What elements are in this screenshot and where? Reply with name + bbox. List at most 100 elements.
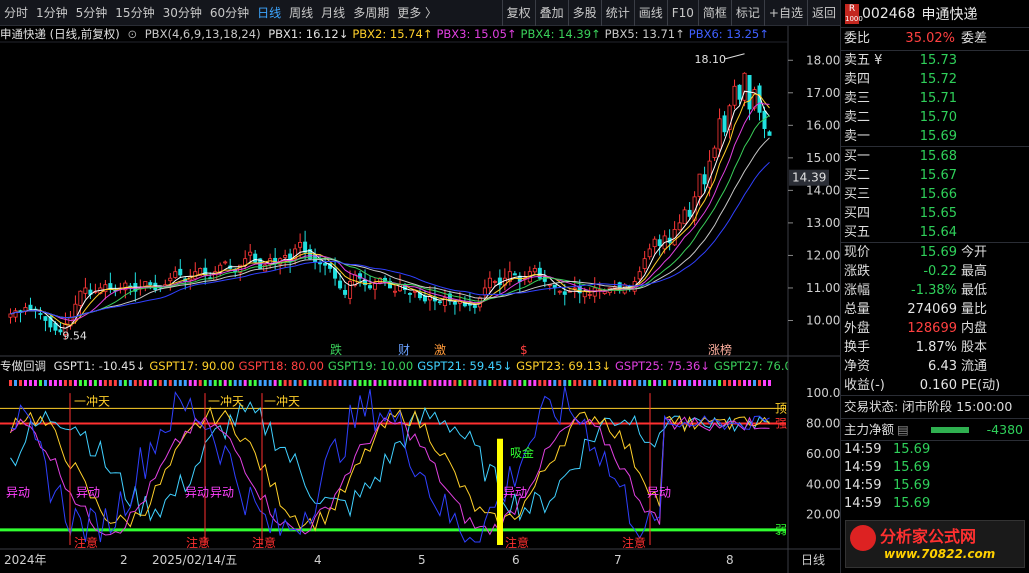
signal-dot [333, 380, 337, 386]
candle-body [462, 302, 467, 307]
ma-legend-3: PBX3: 15.05↑ [436, 27, 517, 41]
candle-body [38, 313, 43, 315]
signal-dot [183, 380, 187, 386]
candle-body [158, 285, 163, 289]
sell-row[interactable]: 卖四 15.72 [841, 70, 1029, 89]
chart-svg[interactable]: 18.00 17.00 16.00 15.00 14.00 13.00 12.00 11.00… [0, 0, 840, 573]
period-toolbar: 分时 1分钟 5分钟 15分钟 30分钟 60分钟 日线 周线 月线 多周期 更多 〉 复权 叠加 多股统… [0, 0, 840, 26]
buy-row[interactable]: 买五 15.64 [841, 223, 1029, 242]
signal-dot [28, 380, 32, 386]
buy-row[interactable]: 买一 15.68 [841, 147, 1029, 166]
period-tab-8[interactable]: 月线 [317, 0, 349, 26]
candle-body [727, 105, 732, 130]
signal-dot [658, 380, 662, 386]
signal-dot [308, 380, 312, 386]
signal-dot [203, 380, 207, 386]
period-tab-6[interactable]: 日线 [253, 0, 285, 26]
quote-panel: R 1000 002468 申通快递 委比 35.02% 委差 卖五 ¥15.73… [840, 0, 1029, 573]
candle-body [622, 284, 627, 294]
candle-body [328, 262, 333, 269]
toolbar-action-0[interactable]: 复权 [501, 0, 535, 26]
candle-body [253, 253, 258, 263]
expand-icon[interactable]: ▤ [897, 419, 909, 441]
signal-dot [128, 380, 132, 386]
toolbar-action-5[interactable]: F10 [666, 0, 698, 26]
signal-dot [723, 380, 727, 386]
candle-body [637, 271, 642, 280]
signal-dot [213, 380, 217, 386]
candle-body [48, 316, 53, 328]
candle-body [18, 310, 23, 313]
signal-label: 涨榜 [708, 342, 732, 357]
signal-dot [53, 380, 57, 386]
sell-row[interactable]: 卖二 15.70 [841, 108, 1029, 127]
tick-row: 14:59 15.69 [844, 496, 931, 511]
candle-body [667, 237, 672, 243]
candle-body [732, 85, 737, 106]
indicator-name[interactable]: PBX(4,6,9,13,18,24) [145, 27, 261, 41]
candle-body [412, 290, 417, 293]
signal-dot [218, 380, 222, 386]
signal-dot [678, 380, 682, 386]
candle-body [93, 290, 98, 293]
period-tab-2[interactable]: 5分钟 [72, 0, 112, 26]
toolbar-action-1[interactable]: 叠加 [534, 0, 568, 26]
signal-dot [478, 380, 482, 386]
zhuyi-label: 注意 [505, 535, 529, 550]
period-tab-5[interactable]: 60分钟 [206, 0, 253, 26]
period-tab-10[interactable]: 更多 〉 [393, 0, 441, 26]
toolbar-action-8[interactable]: +自选 [763, 0, 807, 26]
date-tick-label: 4 [314, 553, 322, 567]
signal-dot [228, 380, 232, 386]
buy-row[interactable]: 买三 15.66 [841, 185, 1029, 204]
candle-body [188, 276, 193, 281]
toolbar-action-6[interactable]: 简框 [697, 0, 731, 26]
signal-dot [753, 380, 757, 386]
period-tab-4[interactable]: 30分钟 [159, 0, 206, 26]
signal-dot [618, 380, 622, 386]
signal-dot [363, 380, 367, 386]
buy-row[interactable]: 买二 15.67 [841, 166, 1029, 185]
oscillator-line [10, 401, 770, 522]
candle-body [587, 294, 592, 296]
signal-dot [8, 380, 12, 386]
candle-body [542, 277, 547, 282]
toolbar-action-2[interactable]: 多股 [567, 0, 601, 26]
candle-body [522, 277, 527, 280]
signal-dot [148, 380, 152, 386]
sell-row[interactable]: 卖三 15.71 [841, 89, 1029, 108]
candle-body [492, 281, 497, 283]
sub-tick-label: 40.00 [806, 477, 840, 491]
candle-body [233, 268, 238, 273]
period-tab-0[interactable]: 分时 [0, 0, 32, 26]
signal-dot [233, 380, 237, 386]
period-tab-9[interactable]: 多周期 [349, 0, 393, 26]
buy-row[interactable]: 买四 15.65 [841, 204, 1029, 223]
yellow-signal-bar [497, 438, 503, 545]
signal-dot [398, 380, 402, 386]
sell-row[interactable]: 卖一 15.69 [841, 127, 1029, 146]
period-tab-7[interactable]: 周线 [285, 0, 317, 26]
sub-legend-title[interactable]: 专做回调 [0, 359, 46, 373]
indicator-selector-icon[interactable]: ⊙ [127, 27, 137, 41]
toolbar-action-4[interactable]: 画线 [633, 0, 667, 26]
signal-dot [518, 380, 522, 386]
toolbar-action-9[interactable]: 返回 [806, 0, 840, 26]
signal-dot [568, 380, 572, 386]
low-annotation: 9.54 [62, 329, 87, 342]
candle-body [348, 281, 353, 299]
level-ruo-label: 弱 [775, 523, 787, 537]
ma-legend-5: PBX5: 13.71↑ [604, 27, 685, 41]
toolbar-action-3[interactable]: 统计 [600, 0, 634, 26]
toolbar-action-7[interactable]: 标记 [730, 0, 764, 26]
level-qiang-label: 强 [775, 417, 787, 431]
candle-body [427, 295, 432, 301]
signal-dot [458, 380, 462, 386]
period-tab-1[interactable]: 1分钟 [32, 0, 72, 26]
signal-dot [208, 380, 212, 386]
net-flow-row[interactable]: 主力净额 ▤ -4380 [841, 418, 1029, 440]
signal-dot [348, 380, 352, 386]
candle-body [53, 322, 58, 331]
sell-row[interactable]: 卖五 ¥15.73 [841, 51, 1029, 70]
period-tab-3[interactable]: 15分钟 [111, 0, 158, 26]
